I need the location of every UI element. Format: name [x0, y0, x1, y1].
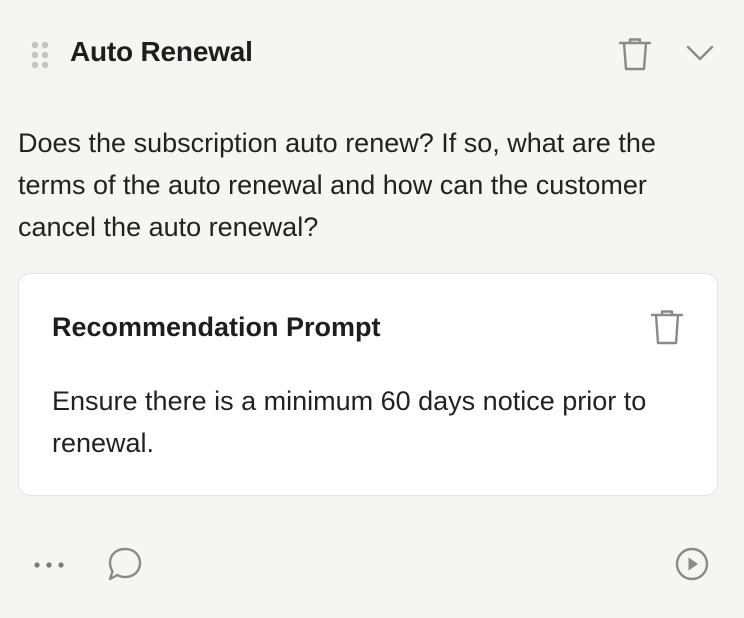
- card-title: Auto Renewal: [70, 36, 253, 67]
- run-button[interactable]: [672, 544, 712, 584]
- card-header: Auto Renewal: [0, 0, 744, 108]
- play-icon: [672, 544, 712, 584]
- collapse-button[interactable]: [682, 38, 718, 68]
- recommendation-body: Ensure there is a minimum 60 days notice…: [52, 386, 647, 458]
- drag-handle-icon[interactable]: [30, 40, 52, 70]
- recommendation-card: Recommendation Prompt Ensure there is a …: [18, 273, 718, 496]
- comment-icon: [104, 544, 146, 584]
- comment-button[interactable]: [104, 544, 146, 584]
- trash-icon: [647, 308, 687, 346]
- delete-card-button[interactable]: [616, 36, 654, 72]
- more-icon: [30, 548, 70, 578]
- recommendation-title: Recommendation Prompt: [52, 312, 381, 342]
- more-options-button[interactable]: [30, 548, 70, 578]
- chevron-down-icon: [682, 38, 718, 68]
- trash-icon: [616, 36, 654, 72]
- question-text: Does the subscription auto renew? If so,…: [18, 128, 656, 242]
- delete-recommendation-button[interactable]: [647, 308, 687, 346]
